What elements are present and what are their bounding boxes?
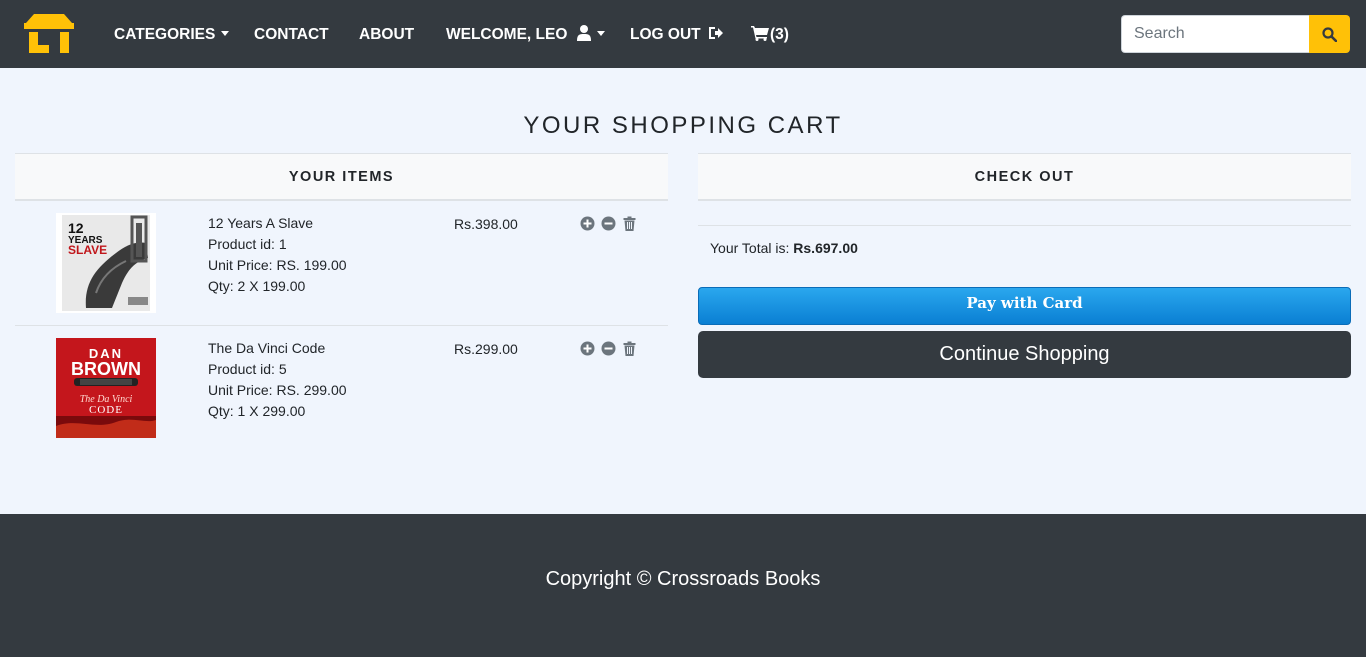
minus-circle-icon[interactable] [601,341,616,356]
continue-shopping-button[interactable]: Continue Shopping [698,331,1351,378]
item-qty: Qty: 2 X 199.00 [208,278,306,294]
cover-title-line: SLAVE [68,243,107,257]
search-input[interactable] [1121,15,1309,53]
nav-contact-link[interactable]: CONTACT [254,24,329,46]
cover-author: BROWN [71,359,141,379]
search-form [1121,15,1350,53]
total-label: Your Total is: [710,240,794,256]
shopping-cart-icon [751,26,769,42]
chevron-down-icon [596,30,605,36]
item-actions [580,216,637,231]
cover-title-line: CODE [89,404,123,416]
book-cover-image[interactable]: DAN BROWN The Da Vinci CODE [56,338,156,438]
chevron-down-icon [221,30,230,36]
items-panel-heading: YOUR ITEMS [15,153,668,201]
item-details: The Da Vinci Code Product id: 5 Unit Pri… [208,338,347,422]
page-title: YOUR SHOPPING CART [523,112,843,139]
checkout-panel-heading: CHECK OUT [698,153,1351,201]
order-total: Your Total is: Rs.697.00 [710,240,858,256]
trash-icon[interactable] [622,216,637,231]
trash-icon[interactable] [622,341,637,356]
item-actions [580,341,637,356]
item-line-total: Rs.398.00 [454,216,518,232]
nav-welcome-label: WELCOME, LEO [446,26,568,43]
pay-with-card-button[interactable]: Pay with Card [698,287,1351,325]
nav-categories-label: CATEGORIES [114,26,216,43]
nav-logout-link[interactable]: LOG OUT [630,24,724,46]
item-product-id: Product id: 5 [208,361,287,377]
total-value: Rs.697.00 [793,240,858,256]
item-line-total: Rs.299.00 [454,341,518,357]
sign-out-icon [708,27,723,40]
checkout-divider [698,225,1351,226]
book-cover-image[interactable]: 12 YEARS SLAVE [56,213,156,313]
search-button[interactable] [1309,15,1350,53]
plus-circle-icon[interactable] [580,341,595,356]
nav-about-link[interactable]: ABOUT [359,24,414,46]
copyright-text: Copyright © Crossroads Books [545,568,821,590]
plus-circle-icon[interactable] [580,216,595,231]
footer: Copyright © Crossroads Books [0,514,1366,657]
nav-categories-dropdown[interactable]: CATEGORIES [114,24,230,46]
cover-title-line: 12 [68,220,84,236]
search-icon [1322,26,1337,42]
book-cover-12-years-a-slave: 12 YEARS SLAVE [56,213,156,313]
item-product-id: Product id: 1 [208,236,287,252]
item-name[interactable]: 12 Years A Slave [208,213,347,234]
nav-logout-label: LOG OUT [630,26,701,43]
navbar: CATEGORIES CONTACT ABOUT WELCOME, LEO LO… [0,0,1366,68]
nav-user-dropdown[interactable]: WELCOME, LEO [446,24,605,46]
book-cover-da-vinci-code: DAN BROWN The Da Vinci CODE [56,338,156,438]
store-logo-icon[interactable] [24,13,74,53]
item-name[interactable]: The Da Vinci Code [208,338,347,359]
nav-cart-link[interactable]: (3) [751,24,789,46]
cart-item-row: 12 YEARS SLAVE 12 Years A Slave Product … [15,201,668,326]
item-details: 12 Years A Slave Product id: 1 Unit Pric… [208,213,347,297]
item-unit-price: Unit Price: RS. 299.00 [208,382,347,398]
item-unit-price: Unit Price: RS. 199.00 [208,257,347,273]
cart-item-row: DAN BROWN The Da Vinci CODE The Da Vinci… [15,326,668,451]
minus-circle-icon[interactable] [601,216,616,231]
item-qty: Qty: 1 X 299.00 [208,403,306,419]
cart-count: (3) [770,26,789,43]
user-icon [576,25,591,42]
